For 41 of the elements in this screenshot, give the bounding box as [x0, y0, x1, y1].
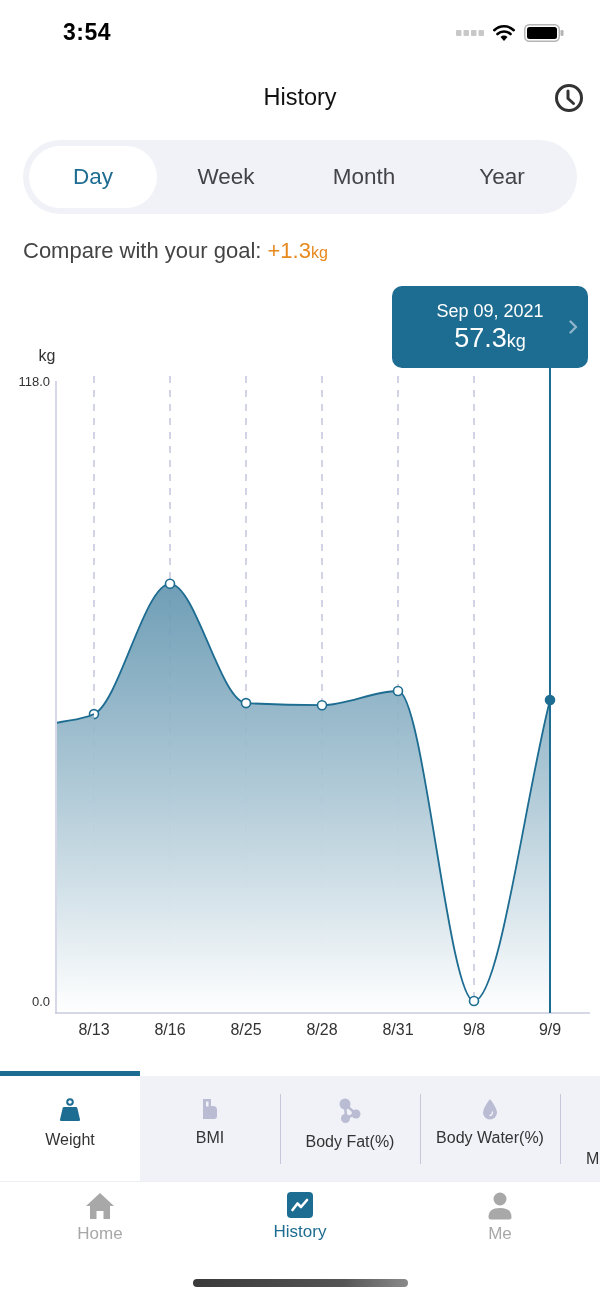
goal-label: Compare with your goal:: [23, 237, 262, 265]
tooltip-unit: kg: [506, 331, 526, 352]
x-tick-label: 8/25: [230, 1021, 262, 1038]
wifi-icon: [493, 24, 515, 41]
tooltip-value: 57.3: [454, 322, 507, 354]
x-tick-label: 9/8: [462, 1021, 486, 1038]
history-button[interactable]: [554, 82, 584, 113]
page-title: History: [263, 84, 337, 111]
period-tab[interactable]: Month: [295, 146, 433, 208]
signal-icon: [456, 29, 484, 36]
y-tick-label: 0.0: [31, 994, 50, 1009]
data-point: [164, 578, 176, 590]
status-time: 3:54: [63, 19, 112, 46]
period-tab[interactable]: Day: [29, 146, 157, 208]
bmi-icon: [202, 1098, 218, 1120]
person-icon: [488, 1192, 512, 1220]
clock-icon: [554, 82, 584, 113]
data-point: [240, 697, 252, 709]
home-icon: [85, 1192, 115, 1220]
goal-difference: +1.3: [267, 237, 311, 265]
tooltip-date: Sep 09, 2021: [436, 300, 544, 322]
period-tab[interactable]: Week: [157, 146, 295, 208]
data-point: [392, 685, 404, 697]
y-axis-label: kg: [38, 347, 56, 364]
x-tick-label: 8/28: [306, 1021, 338, 1038]
x-tick-label: 8/13: [78, 1021, 110, 1038]
water-drop-icon: [482, 1098, 498, 1120]
nav-tab[interactable]: History: [200, 1182, 400, 1271]
data-point: [468, 995, 480, 1007]
goal-unit: kg: [310, 243, 328, 263]
molecule-icon: [339, 1098, 361, 1124]
period-tab[interactable]: Year: [433, 146, 571, 208]
x-tick-label: 9/9: [538, 1021, 562, 1038]
battery-icon: [524, 23, 564, 42]
x-tick-label: 8/16: [154, 1021, 186, 1038]
x-tick-label: 8/31: [382, 1021, 414, 1038]
data-point: [316, 699, 328, 711]
chevron-icon[interactable]: [569, 320, 578, 334]
weight-icon: [59, 1098, 81, 1122]
y-tick-label: 118.0: [18, 374, 50, 389]
line-chart-icon: [287, 1192, 313, 1218]
